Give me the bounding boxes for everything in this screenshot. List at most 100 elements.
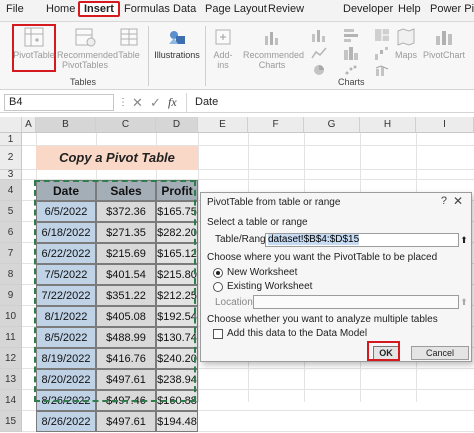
table-cell-date[interactable]: 8/20/2022 [36, 369, 96, 390]
table-cell-sales[interactable]: $215.69 [96, 243, 156, 264]
table-cell-sales[interactable]: $372.36 [96, 201, 156, 222]
row-header[interactable]: 13 [0, 369, 22, 390]
recommended-pivottables-button[interactable]: Recommended PivotTables [57, 26, 118, 70]
row-header[interactable]: 10 [0, 306, 22, 327]
column-header-h[interactable]: H [360, 117, 416, 133]
recommended-charts-button[interactable]: Recommended Charts [243, 26, 304, 70]
table-cell-date[interactable]: 8/1/2022 [36, 306, 96, 327]
row-header[interactable]: 14 [0, 390, 22, 411]
table-cell-sales[interactable]: $497.61 [96, 411, 156, 432]
column-header-a[interactable]: A [22, 117, 36, 133]
menu-formulas[interactable]: Formulas [124, 3, 170, 15]
illustrations-button[interactable]: Illustrations [152, 26, 202, 60]
table-cell-date[interactable]: 8/5/2022 [36, 327, 96, 348]
location-input[interactable] [253, 295, 459, 309]
new-worksheet-radio[interactable] [213, 268, 223, 278]
row-header[interactable]: 5 [0, 201, 22, 222]
table-header-profit[interactable]: Profit [156, 180, 198, 201]
table-cell-sales[interactable]: $416.76 [96, 348, 156, 369]
column-header-f[interactable]: F [248, 117, 304, 133]
line-chart-button[interactable] [304, 46, 334, 62]
table-cell-profit[interactable]: $160.88 [156, 390, 198, 411]
row-header[interactable]: 7 [0, 243, 22, 264]
table-cell-profit[interactable]: $194.48 [156, 411, 198, 432]
column-chart-button[interactable] [304, 28, 334, 44]
help-icon[interactable]: ? [441, 195, 447, 207]
cancel-button[interactable]: Cancel [411, 346, 469, 360]
table-cell-date[interactable]: 6/5/2022 [36, 201, 96, 222]
column-header-g[interactable]: G [304, 117, 360, 133]
row-header[interactable]: 15 [0, 411, 22, 432]
column-header-b[interactable]: B [36, 117, 96, 133]
row-header[interactable]: 3 [0, 170, 22, 180]
table-cell-date[interactable]: 8/26/2022 [36, 390, 96, 411]
menu-file[interactable]: File [6, 3, 24, 15]
collapse-range-icon[interactable]: ⬆ [458, 234, 470, 246]
table-cell-profit[interactable]: $130.74 [156, 327, 198, 348]
data-model-label[interactable]: Add this data to the Data Model [227, 328, 367, 339]
new-worksheet-label[interactable]: New Worksheet [227, 267, 297, 278]
row-header[interactable]: 11 [0, 327, 22, 348]
bar-chart-button[interactable] [336, 28, 366, 44]
column-header-c[interactable]: C [96, 117, 156, 133]
table-cell-profit[interactable]: $165.75 [156, 201, 198, 222]
column-header-d[interactable]: D [156, 117, 198, 133]
table-cell-sales[interactable]: $488.99 [96, 327, 156, 348]
table-button[interactable]: Table [114, 26, 144, 60]
row-header[interactable]: 9 [0, 285, 22, 306]
table-cell-profit[interactable]: $212.25 [156, 285, 198, 306]
table-cell-sales[interactable]: $401.54 [96, 264, 156, 285]
table-header-sales[interactable]: Sales [96, 180, 156, 201]
pivotchart-button[interactable]: PivotChart [420, 26, 468, 60]
waterfall-chart-button[interactable] [367, 46, 397, 62]
combo-chart-button[interactable] [367, 64, 397, 78]
menu-review[interactable]: Review [268, 3, 304, 15]
row-header[interactable]: 2 [0, 146, 22, 170]
table-cell-date[interactable]: 7/5/2022 [36, 264, 96, 285]
table-cell-sales[interactable]: $497.61 [96, 369, 156, 390]
select-all-corner[interactable] [0, 117, 22, 133]
row-header[interactable]: 12 [0, 348, 22, 369]
table-cell-date[interactable]: 6/22/2022 [36, 243, 96, 264]
menu-page-layout[interactable]: Page Layout [205, 3, 267, 15]
row-header[interactable]: 1 [0, 133, 22, 146]
sheet-title[interactable]: Copy a Pivot Table [36, 146, 198, 170]
close-icon[interactable]: ✕ [453, 194, 463, 208]
table-header-date[interactable]: Date [36, 180, 96, 201]
table-cell-sales[interactable]: $497.46 [96, 390, 156, 411]
table-cell-sales[interactable]: $351.22 [96, 285, 156, 306]
ok-button[interactable]: OK [373, 346, 399, 360]
hierarchy-chart-button[interactable] [367, 28, 397, 44]
menu-help[interactable]: Help [398, 3, 421, 15]
table-cell-profit[interactable]: $192.54 [156, 306, 198, 327]
insert-function-icon[interactable]: fx [168, 95, 177, 110]
table-cell-profit[interactable]: $282.20 [156, 222, 198, 243]
table-cell-sales[interactable]: $405.08 [96, 306, 156, 327]
addins-button[interactable]: Add- ins [208, 26, 238, 70]
collapse-location-icon[interactable]: ⬆ [458, 296, 470, 308]
menu-insert[interactable]: Insert [78, 1, 120, 17]
table-cell-sales[interactable]: $271.35 [96, 222, 156, 243]
row-header[interactable]: 4 [0, 180, 22, 201]
menu-data[interactable]: Data [173, 3, 196, 15]
existing-worksheet-radio[interactable] [213, 282, 223, 292]
table-range-input[interactable]: dataset!$B$4:$D$15 [265, 233, 459, 247]
maps-button[interactable]: Maps [395, 26, 417, 60]
row-header[interactable]: 8 [0, 264, 22, 285]
name-box[interactable]: B4 [4, 94, 114, 111]
table-cell-profit[interactable]: $238.94 [156, 369, 198, 390]
column-header-i[interactable]: I [416, 117, 474, 133]
pie-chart-button[interactable] [304, 64, 334, 78]
menu-home[interactable]: Home [46, 3, 75, 15]
row-header[interactable]: 6 [0, 222, 22, 243]
menu-developer[interactable]: Developer [343, 3, 393, 15]
existing-worksheet-label[interactable]: Existing Worksheet [227, 281, 312, 292]
cancel-icon[interactable]: ✕ [132, 95, 143, 111]
table-cell-date[interactable]: 8/19/2022 [36, 348, 96, 369]
scatter-chart-button[interactable] [336, 64, 366, 78]
table-cell-date[interactable]: 8/26/2022 [36, 411, 96, 432]
table-cell-profit[interactable]: $240.20 [156, 348, 198, 369]
menu-power-pivot[interactable]: Power Pivo [430, 3, 474, 15]
formula-input[interactable]: Date [186, 93, 474, 112]
table-cell-profit[interactable]: $165.12 [156, 243, 198, 264]
